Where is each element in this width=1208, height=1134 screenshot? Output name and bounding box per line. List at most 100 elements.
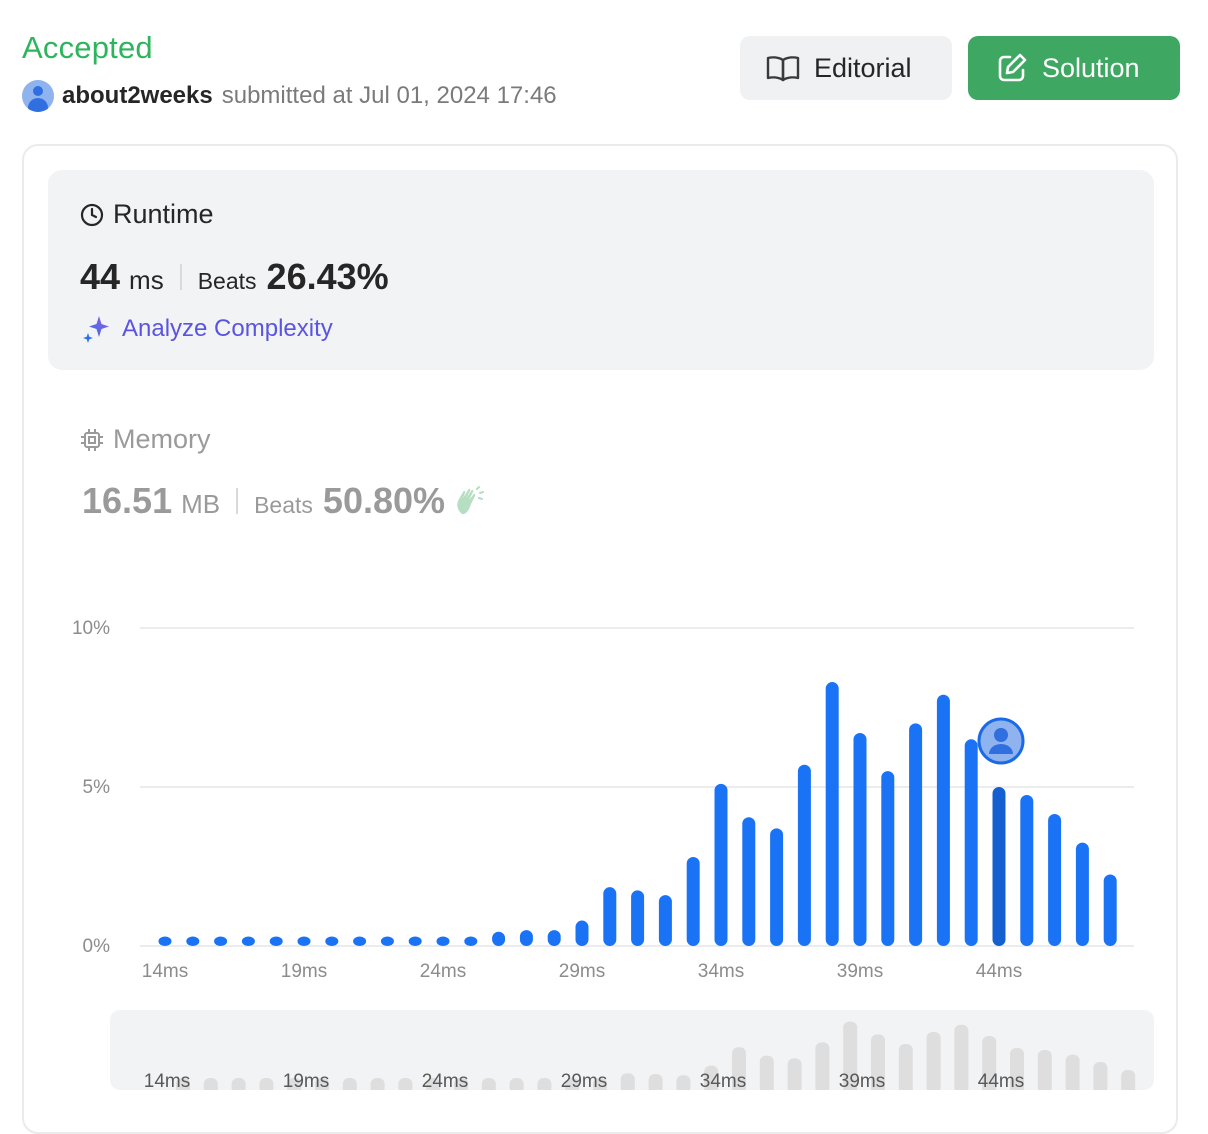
navigator-bar [537,1078,552,1090]
bar[interactable] [353,936,367,946]
bar[interactable] [380,936,394,946]
bar[interactable] [158,936,172,946]
bar[interactable] [436,936,450,946]
x-tick-label: 29ms [559,961,605,982]
navigator-bar [620,1073,635,1090]
navigator-tick-label: 29ms [561,1071,607,1090]
x-tick-label: 44ms [976,961,1022,982]
runtime-beats-value: 26.43% [266,256,389,297]
bar[interactable] [770,828,784,946]
username-link[interactable]: about2weeks [62,82,213,110]
navigator-tick-label: 44ms [978,1071,1024,1090]
y-tick-label: 0% [83,936,111,957]
bar[interactable] [241,936,255,946]
book-icon [766,56,800,82]
bar[interactable] [797,764,811,946]
edit-icon [998,53,1027,82]
clock-icon [80,203,104,226]
solution-label: Solution [1042,52,1140,83]
x-tick-label: 14ms [142,961,188,982]
bar[interactable] [464,936,478,946]
bar[interactable] [909,723,923,946]
submission-info: about2weeks submitted at Jul 01, 2024 17… [22,80,557,112]
runtime-metric: 44 ms Beats 26.43% [80,256,389,298]
navigator-bar [1121,1070,1136,1090]
memory-value: 16.51 [82,480,173,521]
navigator-tick-label: 14ms [144,1071,190,1090]
bar[interactable] [964,739,978,946]
navigator-bar [954,1024,969,1090]
navigator-tick-label: 24ms [422,1071,468,1090]
bar[interactable] [519,930,533,946]
navigator-tick-label: 34ms [700,1071,746,1090]
navigator-chart: 14ms 19ms 24ms 29ms 34ms 39ms 44ms [144,1021,1136,1090]
navigator-bar [648,1074,663,1090]
submitted-time: submitted at Jul 01, 2024 17:46 [221,82,557,109]
memory-title[interactable]: Memory [80,424,211,455]
y-tick-label: 10% [72,618,110,639]
bar[interactable] [186,936,200,946]
clap-icon [457,486,485,515]
y-tick-label: 5% [83,777,111,798]
bar[interactable] [936,694,950,946]
navigator-bar [509,1078,524,1090]
x-tick-label: 19ms [281,961,327,982]
navigator-bar [1093,1062,1108,1090]
bar[interactable] [742,817,756,946]
bar[interactable] [658,895,672,946]
bar[interactable] [631,890,645,946]
memory-beats-value: 50.80% [322,480,446,521]
divider [236,488,239,514]
memory-beats-label: Beats [254,492,313,518]
navigator-tick-label: 39ms [839,1071,885,1090]
bar[interactable] [547,930,561,946]
bar[interactable] [881,771,895,946]
bar[interactable] [408,936,422,946]
navigator-tick-label: 19ms [283,1071,329,1090]
editorial-label: Editorial [814,52,912,83]
navigator-bar [231,1078,246,1090]
memory-title-text: Memory [113,424,211,454]
bar[interactable] [492,931,506,946]
runtime-value: 44 [80,256,121,297]
navigator-bar [1037,1050,1052,1090]
runtime-title-text: Runtime [113,199,214,229]
bar[interactable] [714,783,728,946]
chart-range-navigator[interactable]: 14ms 19ms 24ms 29ms 34ms 39ms 44ms [110,1010,1154,1090]
bar[interactable] [575,920,589,946]
bar[interactable] [1075,842,1089,946]
editorial-button[interactable]: Editorial [740,36,952,100]
runtime-unit: ms [129,265,164,295]
user-position-marker[interactable] [977,717,1025,765]
bar-selected[interactable] [992,787,1006,946]
bar[interactable] [825,682,839,946]
runtime-distribution-chart[interactable]: 0% 5% 10% 14ms 19ms 24ms 29ms 34ms 39ms 44ms [60,600,1150,1000]
navigator-bar [398,1078,413,1090]
navigator-bar [1065,1054,1080,1090]
bar[interactable] [686,856,700,946]
bar[interactable] [853,732,867,946]
bar[interactable] [1048,814,1062,946]
bar[interactable] [325,936,339,946]
memory-metric: 16.51 MB Beats 50.80% [82,480,485,522]
solution-button[interactable]: Solution [968,36,1180,100]
bar[interactable] [603,887,617,946]
bar[interactable] [1103,874,1117,946]
bar[interactable] [214,936,228,946]
analyze-complexity-label: Analyze Complexity [122,315,333,342]
x-tick-label: 34ms [698,961,744,982]
memory-unit: MB [181,489,221,519]
bar[interactable] [297,936,311,946]
bar[interactable] [269,936,283,946]
sparkle-icon [83,316,109,343]
x-tick-label: 24ms [420,961,466,982]
navigator-bar [259,1078,274,1090]
navigator-bar [342,1078,357,1090]
navigator-bar [370,1078,385,1090]
navigator-bar [898,1044,913,1090]
navigator-bar [203,1078,218,1090]
user-avatar[interactable] [22,80,54,112]
analyze-complexity-link[interactable]: Analyze Complexity [82,314,333,344]
bar[interactable] [1020,794,1034,946]
x-tick-label: 39ms [837,961,883,982]
